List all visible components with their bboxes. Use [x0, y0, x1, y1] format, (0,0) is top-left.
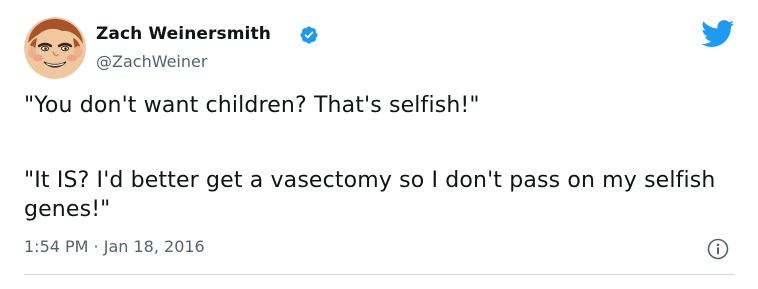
- divider: [24, 274, 734, 275]
- tweet-timestamp[interactable]: 1:54 PM · Jan 18, 2016: [24, 237, 205, 256]
- tweet-text-line-1: "You don't want children? That's selfish…: [24, 93, 480, 118]
- author-handle[interactable]: @ZachWeiner: [96, 52, 207, 71]
- author-name[interactable]: Zach Weinersmith: [96, 24, 271, 44]
- avatar[interactable]: [24, 17, 86, 79]
- info-icon[interactable]: [707, 238, 729, 260]
- verified-badge-icon: [299, 25, 319, 45]
- tweet-text-line-2: "It IS? I'd better get a vasectomy so I …: [24, 168, 716, 222]
- twitter-bird-icon[interactable]: [701, 20, 735, 48]
- tweet-text: "You don't want children? That's selfish…: [24, 91, 734, 224]
- tweet-card: Zach Weinersmith @ZachWeiner "You don't …: [0, 0, 758, 289]
- avatar-face-icon: [24, 17, 86, 79]
